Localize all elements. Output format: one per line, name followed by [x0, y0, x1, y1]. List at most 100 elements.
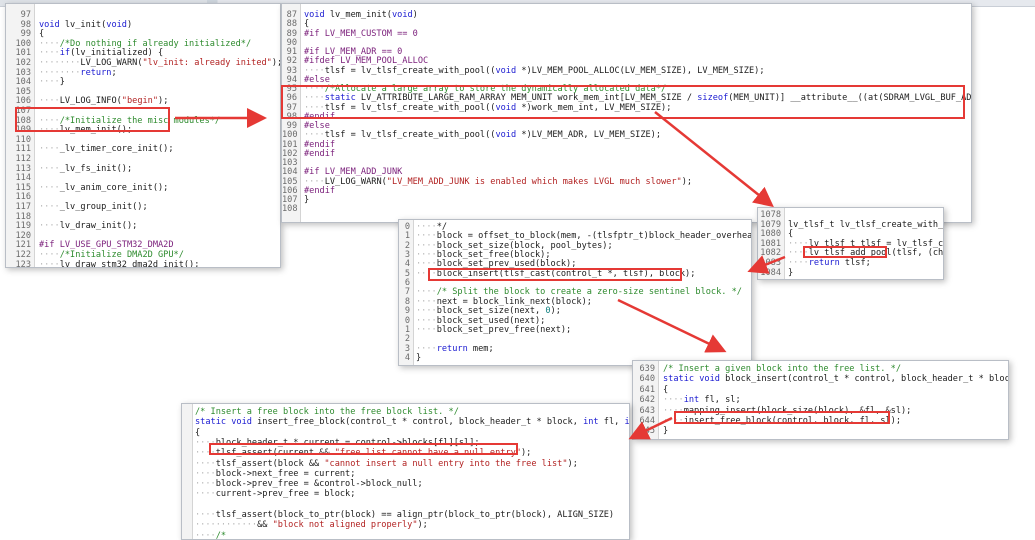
code-line[interactable]: #endif — [304, 149, 335, 159]
code-line[interactable]: ····block->next_free = current; — [195, 469, 355, 479]
code-line[interactable]: ····} — [39, 77, 65, 87]
line-number-gutter: 012345678901234 — [399, 220, 414, 365]
line-number: 104 — [15, 77, 31, 88]
code-line[interactable]: ····int fl, sl; — [663, 395, 741, 405]
line-number: 110 — [15, 134, 31, 145]
code-panel-insert-free-block[interactable]: /* Insert a free block into the free blo… — [181, 403, 630, 540]
code-line[interactable]: { — [788, 229, 793, 239]
line-number: 639 — [639, 364, 655, 374]
line-number: 1081 — [760, 238, 781, 249]
line-number: 103 — [15, 67, 31, 78]
line-number: 122 — [15, 250, 31, 260]
code-line[interactable]: ····lv_draw_stm32_dma2d_init(); — [39, 260, 199, 267]
line-number: 100 — [15, 38, 31, 49]
line-number: 101 — [15, 48, 31, 59]
line-number-gutter: 639 640 641 642 643 644 645 — [633, 361, 659, 439]
code-line[interactable]: void lv_mem_init(void) — [304, 10, 418, 20]
line-number: 117 — [15, 202, 31, 212]
code-line[interactable]: ····if(lv_initialized) { — [39, 48, 163, 58]
code-line[interactable]: { — [195, 428, 200, 438]
code-line[interactable]: ····lv_draw_init(); — [39, 221, 137, 231]
code-line[interactable]: void lv_init(void) — [39, 20, 132, 30]
line-number: 105 — [15, 86, 31, 97]
line-number: 1084 — [760, 267, 781, 278]
code-line[interactable]: ····return mem; — [416, 344, 494, 354]
code-line[interactable]: /* Insert a given block into the free li… — [663, 364, 901, 374]
code-line[interactable]: #if LV_MEM_CUSTOM == 0 — [304, 29, 418, 39]
code-line[interactable]: { — [663, 385, 668, 395]
code-line[interactable]: ········LV_LOG_WARN("lv_init: already in… — [39, 58, 280, 68]
line-number: 120 — [15, 230, 31, 241]
code-line[interactable]: ····/*Do nothing if already initialized*… — [39, 39, 251, 49]
line-number: 640 — [639, 374, 655, 385]
line-number: 114 — [15, 173, 31, 184]
line-number: 1078 — [760, 210, 781, 220]
code-line[interactable]: } — [416, 353, 421, 363]
code-line[interactable]: ····_lv_group_init(); — [39, 202, 148, 212]
code-line[interactable]: lv_tlsf_t lv_tlsf_create_with_po — [788, 220, 943, 230]
line-number: 1083 — [760, 258, 781, 268]
code-panel-add-pool-body[interactable]: 012345678901234 ····*/····block = offset… — [398, 219, 752, 366]
code-line[interactable]: ····LV_LOG_INFO("begin"); — [39, 96, 168, 106]
line-number: 97 — [20, 10, 31, 20]
line-number-gutter: 1078 1079 1080 1081 1082 1083 1084 — [758, 208, 785, 279]
highlight-tlsf-assert-null — [209, 443, 518, 455]
line-number: 115 — [15, 182, 31, 193]
highlight-add-pool-call — [803, 246, 887, 258]
code-line[interactable]: ····_lv_fs_init(); — [39, 164, 132, 174]
line-number: 102 — [15, 58, 31, 68]
highlight-lv-mem-init — [15, 107, 170, 132]
line-number: 112 — [15, 154, 31, 164]
line-number: 119 — [15, 221, 31, 232]
code-line[interactable]: ····LV_LOG_WARN("LV_MEM_ADD_JUNK is enab… — [304, 177, 692, 187]
line-number-gutter — [182, 404, 193, 539]
line-number: 121 — [15, 240, 31, 251]
code-line[interactable]: ····current->prev_free = block; — [195, 489, 355, 499]
code-line[interactable]: ····/* — [195, 531, 226, 539]
line-number: 99 — [20, 29, 31, 40]
code-line[interactable]: static void block_insert(control_t * con… — [663, 374, 1008, 384]
line-number: 106 — [15, 96, 31, 107]
line-number: 113 — [15, 163, 31, 174]
code-panel-lv-tlsf-create[interactable]: 1078 1079 1080 1081 1082 1083 1084 lv_tlsf_t l… — [757, 207, 944, 280]
line-number: 644 — [639, 416, 655, 426]
line-number: 4 — [404, 352, 410, 363]
code-line[interactable]: ····/*Initialize DMA2D GPU*/ — [39, 250, 184, 260]
line-number: 118 — [15, 211, 31, 222]
code-line[interactable]: } — [304, 195, 309, 205]
line-number: 645 — [639, 426, 655, 437]
code-line[interactable]: ····_lv_anim_core_init(); — [39, 183, 168, 193]
highlight-insert-free-block-call — [674, 411, 890, 424]
code-line[interactable]: ····block->prev_free = &control->block_n… — [195, 479, 423, 489]
code-line[interactable]: ····block_set_prev_free(next); — [416, 325, 571, 335]
code-line[interactable]: ········return; — [39, 68, 117, 78]
line-number: 1079 — [760, 219, 781, 230]
highlight-block-insert-call — [428, 268, 682, 281]
code-line[interactable]: #if LV_USE_GPU_STM32_DMA2D — [39, 240, 174, 250]
code-line[interactable]: ····tlsf = lv_tlsf_create_with_pool((voi… — [304, 66, 765, 76]
line-number: 111 — [15, 144, 31, 155]
line-number: 108 — [282, 204, 298, 215]
code-line[interactable]: ····tlsf = lv_tlsf_create_with_pool((voi… — [304, 130, 661, 140]
code-line[interactable]: ············&& "block not aligned proper… — [195, 520, 428, 530]
code-line[interactable]: } — [663, 426, 668, 436]
line-number: 643 — [639, 405, 655, 416]
code-line[interactable]: static void insert_free_block(control_t … — [195, 417, 629, 427]
line-number: 1082 — [760, 248, 781, 259]
line-number: 123 — [15, 259, 31, 268]
code-line[interactable]: ····tlsf_assert(block && "cannot insert … — [195, 459, 578, 469]
code-line[interactable]: { — [39, 29, 44, 39]
code-panel-block-insert[interactable]: 639 640 641 642 643 644 645 /* Insert a given … — [632, 360, 1009, 440]
code-panel-lv-init[interactable]: 97 98 99 100 101 102 103 104 105 106 107 108 109 110 1… — [5, 3, 281, 268]
line-number: 98 — [20, 19, 31, 30]
line-number: 641 — [639, 384, 655, 395]
line-number: 642 — [639, 395, 655, 406]
line-number: 1080 — [760, 229, 781, 240]
code-line[interactable]: ····_lv_timer_core_init(); — [39, 144, 174, 154]
line-number-gutter: 97 98 99 100 101 102 103 104 105 106 107 108 109 110 1… — [6, 4, 35, 267]
code-line[interactable]: ····tlsf_assert(block_to_ptr(block) == a… — [195, 510, 614, 520]
code-line[interactable]: ····return tlsf; — [788, 258, 871, 268]
line-number: 116 — [15, 192, 31, 203]
code-line[interactable]: } — [788, 268, 793, 278]
code-line[interactable]: /* Insert a free block into the free blo… — [195, 407, 459, 417]
